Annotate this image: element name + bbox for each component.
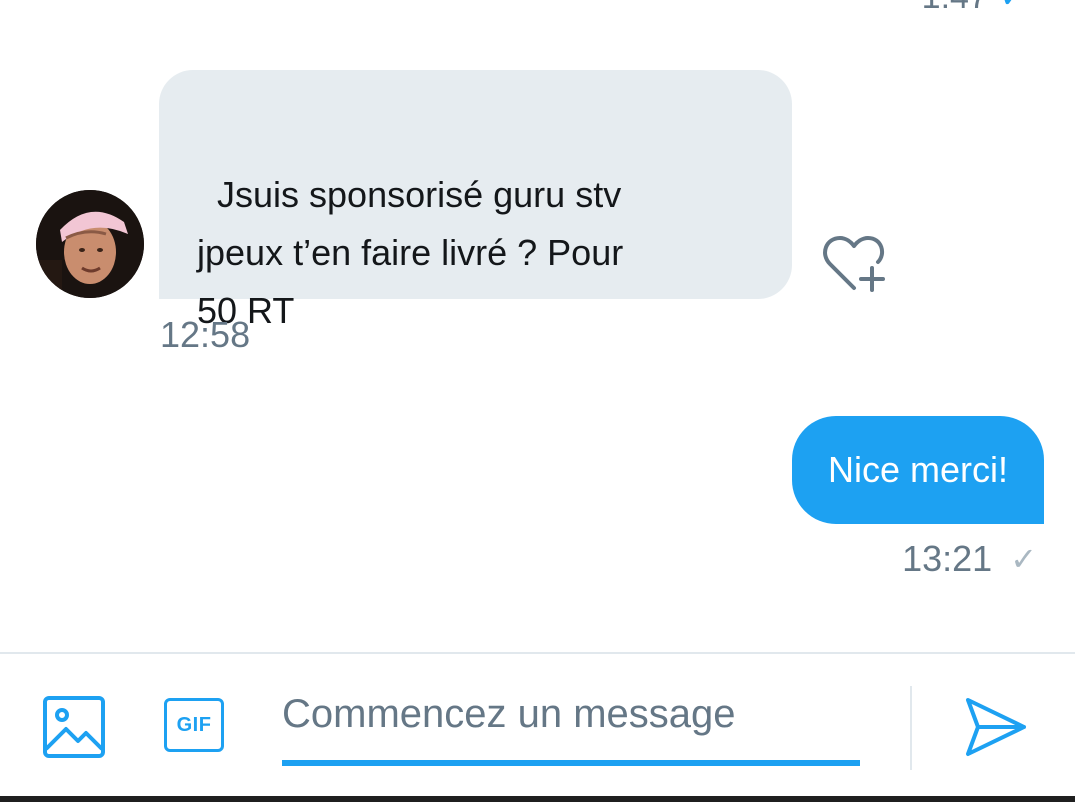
gif-label: GIF [176,713,212,736]
read-check-icon: ✓ [1000,0,1025,15]
incoming-message-time: 12:58 [160,314,251,355]
message-input[interactable] [282,682,860,766]
previous-message-time: 1:47 [922,0,988,17]
gif-button[interactable]: GIF [164,698,224,752]
avatar-photo [36,190,144,298]
outgoing-message-text: Nice merci! [827,449,1008,490]
avatar[interactable] [36,190,144,298]
check-icon: ✓ [1010,541,1037,577]
outgoing-message-bubble[interactable]: Nice merci! [791,416,1044,524]
outgoing-message-meta: 13:21 ✓ [902,538,1037,580]
heart-plus-icon[interactable] [818,232,890,294]
outgoing-message-time: 13:21 [902,538,993,579]
image-icon[interactable] [42,695,106,759]
incoming-message-bubble[interactable]: Jsuis sponsorisé guru stv jpeux t’en fai… [159,70,792,331]
message-composer: GIF [0,652,1075,794]
composer-divider [910,686,912,770]
send-icon[interactable] [962,696,1028,758]
previous-message-meta: 1:47 ✓ [922,0,1025,17]
incoming-message-text: Jsuis sponsorisé guru stv jpeux t’en fai… [197,174,624,331]
system-nav-bar-edge [0,796,1075,802]
